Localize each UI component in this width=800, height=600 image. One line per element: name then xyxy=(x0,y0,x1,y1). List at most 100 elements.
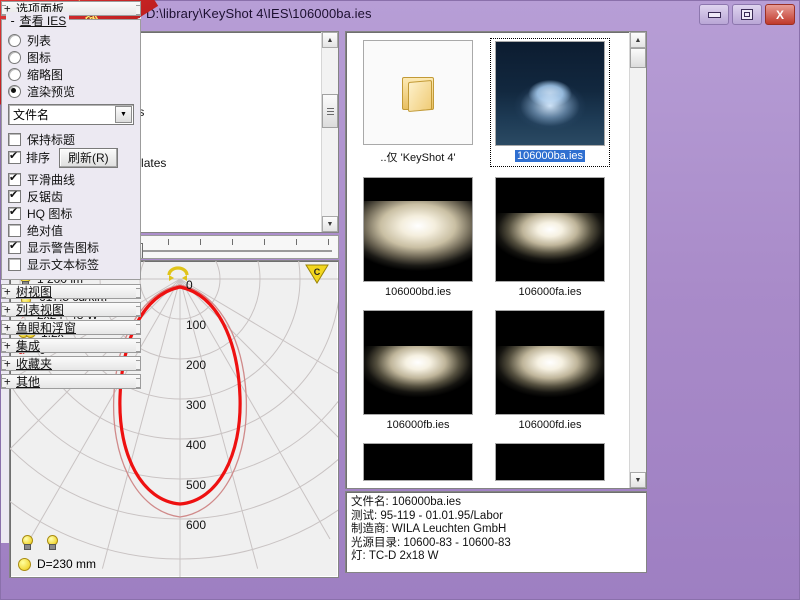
thumbnail-item[interactable]: 106000fa.ies xyxy=(490,175,610,300)
thumbnail-image[interactable] xyxy=(495,310,605,415)
option-label: 平滑曲线 xyxy=(27,173,76,187)
tree-scroll-up-button[interactable]: ▲ xyxy=(322,32,338,48)
radial-tick-label: 400 xyxy=(186,438,206,452)
ies-thumbnail-grid[interactable]: ..仅 'KeyShot 4' 106000ba.ies 106000bd.ies 1… xyxy=(346,32,629,488)
thumbnail-image[interactable] xyxy=(495,443,605,481)
sort-and-refresh-row[interactable]: 排序 刷新(R) xyxy=(8,147,134,168)
ies-render-glow xyxy=(496,42,604,145)
thumbnail-image[interactable] xyxy=(495,41,605,146)
radial-tick-label: 200 xyxy=(186,358,206,372)
option-checkbox-平滑曲线[interactable]: 平滑曲线 xyxy=(8,171,134,188)
view-mode-radio-group[interactable]: 列表 图标缩略图 渲染预览 xyxy=(8,32,134,100)
ies-render-glow xyxy=(496,346,604,414)
refresh-button[interactable]: 刷新(R) xyxy=(59,147,118,168)
keep-title-checkbox-row[interactable]: 保持标题 xyxy=(8,131,134,148)
zoom-slider[interactable] xyxy=(128,238,334,258)
close-button[interactable]: X xyxy=(765,4,795,25)
thumbnail-caption: ..仅 'KeyShot 4' xyxy=(380,152,456,164)
thumbnail-scroll-thumb[interactable] xyxy=(630,48,646,68)
thumbnail-image[interactable] xyxy=(495,177,605,282)
view-mode-label: 缩略图 xyxy=(27,68,64,82)
view-mode-radio-缩略图[interactable]: 缩略图 xyxy=(8,66,134,83)
group-鱼眼和浮窗[interactable]: + 鱼眼和浮窗 xyxy=(1,320,141,335)
view-mode-radio-列表[interactable]: 列表 xyxy=(8,32,134,49)
thumbnail-image[interactable] xyxy=(363,443,473,481)
group-集成[interactable]: + 集成 xyxy=(1,338,141,353)
warning-triangle-icon[interactable]: C xyxy=(304,263,330,285)
thumbnail-caption: 106000fa.ies xyxy=(518,286,582,298)
option-checkbox-HQ 图标[interactable]: HQ 图标 xyxy=(8,205,134,222)
ies-info-line: 测试: 95-119 - 01.01.95/Labor xyxy=(351,509,503,522)
group-label: 收藏夹 xyxy=(16,357,53,371)
option-checkbox-显示警告图标[interactable]: 显示警告图标 xyxy=(8,239,134,256)
ies-thumbnail-panel[interactable]: ..仅 'KeyShot 4' 106000ba.ies 106000bd.ies 1… xyxy=(345,31,647,489)
checkbox-indicator[interactable] xyxy=(8,171,21,186)
sort-field-combobox[interactable]: 文件名 ▼ xyxy=(8,104,134,125)
slider-track[interactable] xyxy=(136,250,332,252)
group-label: 鱼眼和浮窗 xyxy=(16,321,77,335)
option-label: 绝对值 xyxy=(27,224,64,238)
thumbnail-item[interactable]: ..仅 'KeyShot 4' xyxy=(358,38,478,167)
thumbnail-vertical-scrollbar[interactable]: ▲ ▼ xyxy=(629,32,646,488)
thumbnail-caption: 106000bd.ies xyxy=(384,286,452,298)
checkbox-indicator[interactable] xyxy=(8,205,21,220)
thumbnail-caption: 106000fd.ies xyxy=(518,419,582,431)
sort-checkbox[interactable] xyxy=(8,149,21,164)
radio-indicator[interactable] xyxy=(8,85,21,98)
option-label: 显示警告图标 xyxy=(27,241,100,255)
option-checkbox-绝对值[interactable]: 绝对值 xyxy=(8,222,134,239)
thumbnail-image[interactable] xyxy=(363,310,473,415)
view-mode-radio-渲染预览[interactable]: 渲染预览 xyxy=(8,83,134,100)
minimize-button[interactable] xyxy=(699,4,729,25)
thumbnail-item[interactable] xyxy=(490,441,610,483)
option-checkbox-显示文本标签[interactable]: 显示文本标签 xyxy=(8,256,134,273)
group-树视图[interactable]: + 树视图 xyxy=(1,284,141,299)
option-checkbox-反锯齿[interactable]: 反锯齿 xyxy=(8,188,134,205)
render-options-checkbox-group[interactable]: 平滑曲线反锯齿 HQ 图标绝对值显示警告图标显示文本标签 xyxy=(8,171,134,273)
checkbox-indicator[interactable] xyxy=(8,224,21,237)
checkbox-indicator[interactable] xyxy=(8,188,21,203)
ies-info-line: 灯: TC-D 2x18 W xyxy=(351,550,439,562)
group-列表视图[interactable]: + 列表视图 xyxy=(1,302,141,317)
group-收藏夹[interactable]: + 收藏夹 xyxy=(1,356,141,371)
checkbox-indicator[interactable] xyxy=(8,239,21,254)
tree-scroll-down-button[interactable]: ▼ xyxy=(322,216,338,232)
window-controls: X xyxy=(699,4,795,25)
group-label: 列表视图 xyxy=(16,303,65,317)
expand-plus-icon: + xyxy=(4,285,11,298)
thumbnail-scroll-up-button[interactable]: ▲ xyxy=(630,32,646,48)
group-其他[interactable]: + 其他 xyxy=(1,374,141,389)
expand-plus-icon: + xyxy=(4,339,11,352)
thumbnail-item[interactable]: 106000ba.ies xyxy=(490,38,610,167)
chevron-down-icon[interactable]: ▼ xyxy=(115,106,132,123)
thumbnail-item[interactable]: 106000fd.ies xyxy=(490,308,610,433)
refresh-button-label: 刷新(R) xyxy=(68,151,109,165)
rotate-icon[interactable] xyxy=(165,263,191,283)
keep-title-label: 保持标题 xyxy=(27,133,76,147)
checkbox-indicator[interactable] xyxy=(8,258,21,271)
tree-vertical-scrollbar[interactable]: ▲ ▼ xyxy=(321,32,338,232)
group-tab-right xyxy=(136,342,141,352)
group-tab-right xyxy=(136,5,141,15)
radio-indicator[interactable] xyxy=(8,68,21,81)
thumbnail-item[interactable]: 106000bd.ies xyxy=(358,175,478,300)
thumbnail-image[interactable] xyxy=(363,177,473,282)
option-label: HQ 图标 xyxy=(27,207,73,221)
maximize-button[interactable] xyxy=(732,4,762,25)
expand-plus-icon: + xyxy=(4,321,11,334)
view-mode-radio-图标[interactable]: 图标 xyxy=(8,49,134,66)
group-tab-right xyxy=(136,306,141,316)
radio-indicator[interactable] xyxy=(8,51,21,64)
thumbnail-scroll-down-button[interactable]: ▼ xyxy=(630,472,646,488)
keep-title-checkbox[interactable] xyxy=(8,133,21,146)
option-label: 显示文本标签 xyxy=(27,258,100,272)
thumbnail-item[interactable]: 106000fb.ies xyxy=(358,308,478,433)
option-label: 反锯齿 xyxy=(27,190,64,204)
thumbnail-item[interactable] xyxy=(358,441,478,483)
tree-scroll-thumb[interactable] xyxy=(322,94,338,128)
ies-render-glow xyxy=(364,200,472,281)
thumbnail-image[interactable] xyxy=(363,40,473,145)
sort-field-value: 文件名 xyxy=(13,108,50,122)
group-view-ies-caption[interactable]: - 查看 IES xyxy=(6,12,70,29)
radio-indicator[interactable] xyxy=(8,34,21,47)
